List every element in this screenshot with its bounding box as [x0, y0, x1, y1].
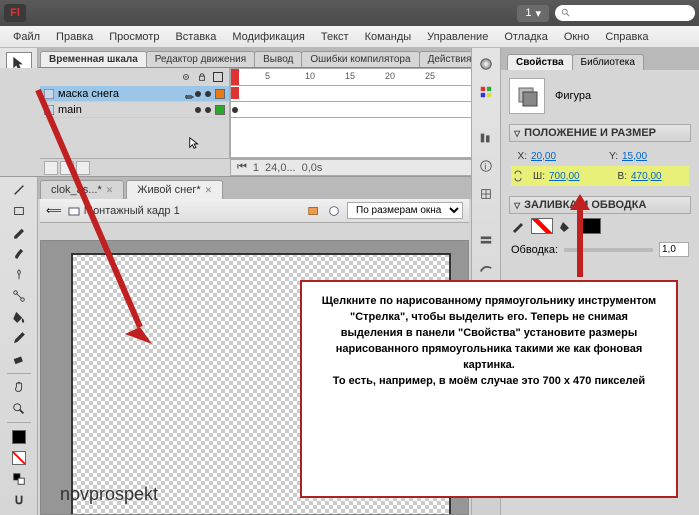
layer-row[interactable]: main	[40, 102, 230, 118]
layer-row[interactable]: маска снега ✏	[40, 86, 230, 102]
menu-control[interactable]: Управление	[420, 29, 495, 45]
close-icon[interactable]: ✕	[106, 185, 114, 196]
menu-debug[interactable]: Отладка	[497, 29, 554, 45]
tab-output[interactable]: Вывод	[254, 51, 302, 67]
bucket-tool[interactable]	[6, 306, 32, 327]
align-panel-icon[interactable]	[476, 128, 496, 148]
callout-text: Щелкните по нарисованному прямоугольнику…	[318, 294, 660, 390]
stroke-label: Обводка:	[511, 244, 558, 256]
prop-x[interactable]: 20,00	[531, 151, 573, 162]
menu-insert[interactable]: Вставка	[168, 29, 223, 45]
tab-motion-editor[interactable]: Редактор движения	[146, 51, 255, 67]
layer-name: маска снега	[58, 88, 181, 100]
fill-color-swatch[interactable]	[579, 218, 601, 234]
tab-timeline[interactable]: Временная шкала	[40, 51, 147, 67]
menu-bar: Файл Правка Просмотр Вставка Модификация…	[0, 26, 699, 48]
lock-aspect-icon[interactable]	[511, 169, 525, 183]
lock-icon[interactable]	[197, 72, 207, 82]
tab-errors[interactable]: Ошибки компилятора	[301, 51, 419, 67]
motion-panel-icon[interactable]	[476, 258, 496, 278]
menu-commands[interactable]: Команды	[358, 29, 419, 45]
brush-tool[interactable]	[6, 243, 32, 264]
color-panel-icon[interactable]	[476, 54, 496, 74]
menu-window[interactable]: Окно	[557, 29, 597, 45]
outline-icon[interactable]	[213, 72, 223, 82]
info-panel-icon[interactable]: i	[476, 156, 496, 176]
fill-swatch[interactable]	[6, 447, 32, 468]
new-folder-button[interactable]	[60, 161, 74, 175]
layer-icon	[44, 89, 54, 99]
cursor-icon	[188, 136, 202, 150]
document-toolbar: ⟸ Монтажный кадр 1 По размерам окна	[40, 199, 469, 223]
pencil-icon: ✏	[185, 91, 191, 97]
layer-icon	[44, 105, 54, 115]
layer-controls	[40, 159, 230, 176]
goto-first-icon[interactable]: ⏮	[237, 161, 247, 174]
frame-number: 1	[253, 162, 259, 174]
zoom-select[interactable]: По размерам окна	[347, 202, 463, 219]
stroke-color-swatch[interactable]	[531, 218, 553, 234]
section-position-size[interactable]: ▽ПОЛОЖЕНИЕ И РАЗМЕР	[509, 124, 691, 142]
svg-text:i: i	[484, 162, 486, 173]
menu-text[interactable]: Текст	[314, 29, 356, 45]
stroke-weight-slider[interactable]	[564, 248, 653, 252]
eyedropper-tool[interactable]	[6, 327, 32, 348]
components-panel-icon[interactable]	[476, 230, 496, 250]
scene-crumb[interactable]: Монтажный кадр 1	[68, 205, 180, 217]
prop-height[interactable]: 470,00	[631, 171, 673, 182]
edit-scene-icon[interactable]	[307, 204, 321, 218]
transform-panel-icon[interactable]	[476, 184, 496, 204]
stroke-weight-input[interactable]	[659, 242, 689, 257]
hand-tool[interactable]	[6, 377, 32, 398]
annotation-callout: Щелкните по нарисованному прямоугольнику…	[300, 280, 678, 498]
swap-colors[interactable]	[6, 468, 32, 489]
edit-symbol-icon[interactable]	[327, 204, 341, 218]
stroke-swatch[interactable]	[6, 426, 32, 447]
app-titlebar: Fl 1 ▾	[0, 0, 699, 26]
tab-library[interactable]: Библиотека	[572, 54, 644, 70]
swatches-panel-icon[interactable]	[476, 82, 496, 102]
workspace-selector[interactable]: 1 ▾	[517, 5, 549, 22]
playhead[interactable]	[231, 69, 239, 85]
snap-tool[interactable]	[6, 490, 32, 511]
layer-name: main	[58, 104, 177, 116]
line-tool[interactable]	[6, 179, 32, 200]
bone-tool[interactable]	[6, 285, 32, 306]
new-layer-button[interactable]	[44, 161, 58, 175]
watermark: novprospekt	[60, 484, 158, 505]
time: 0,0s	[302, 162, 323, 174]
layers-header	[40, 68, 230, 86]
scene-icon	[68, 205, 80, 217]
document-tab[interactable]: clok_as...*✕	[40, 180, 124, 199]
deco-tool[interactable]	[6, 264, 32, 285]
close-icon[interactable]: ✕	[205, 185, 213, 196]
app-logo: Fl	[4, 4, 26, 22]
prop-width[interactable]: 700,00	[549, 171, 591, 182]
object-type-label: Фигура	[555, 90, 591, 102]
menu-modify[interactable]: Модификация	[225, 29, 312, 45]
visibility-icon[interactable]	[181, 72, 191, 82]
pencil-icon	[511, 219, 525, 233]
bucket-icon	[559, 219, 573, 233]
delete-layer-button[interactable]	[76, 161, 90, 175]
pencil-tool[interactable]	[6, 222, 32, 243]
tab-properties[interactable]: Свойства	[507, 54, 573, 70]
menu-edit[interactable]: Правка	[49, 29, 100, 45]
back-icon[interactable]: ⟸	[46, 204, 62, 217]
rectangle-tool[interactable]	[6, 200, 32, 221]
eraser-tool[interactable]	[6, 349, 32, 370]
menu-view[interactable]: Просмотр	[102, 29, 166, 45]
prop-y[interactable]: 15,00	[622, 151, 664, 162]
zoom-tool[interactable]	[6, 398, 32, 419]
fps: 24,0...	[265, 162, 296, 174]
document-tab[interactable]: Живой снег*✕	[126, 180, 223, 199]
help-search[interactable]	[555, 5, 695, 21]
section-fill-stroke[interactable]: ▽ЗАЛИВКА И ОБВОДКА	[509, 196, 691, 214]
menu-file[interactable]: Файл	[6, 29, 47, 45]
object-type-icon	[509, 78, 545, 114]
menu-help[interactable]: Справка	[598, 29, 655, 45]
